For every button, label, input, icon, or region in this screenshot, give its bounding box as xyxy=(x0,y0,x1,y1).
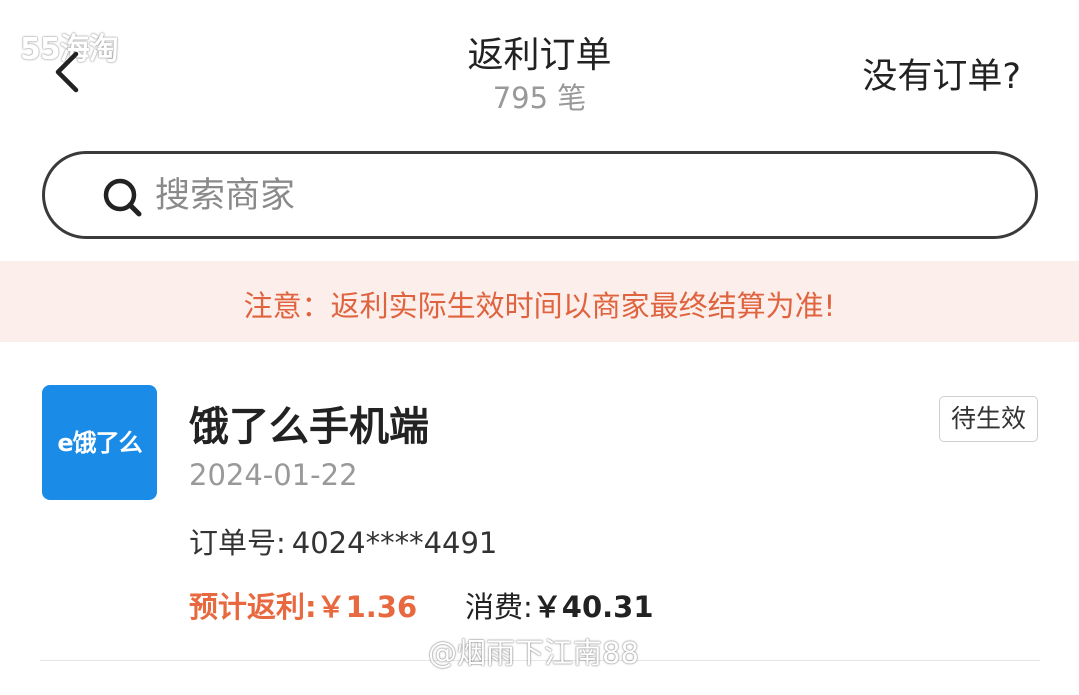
rebate-label: 预计返利: xyxy=(189,590,317,624)
search-icon xyxy=(103,178,142,217)
order-number: 订单号: 4024****4491 xyxy=(189,520,497,562)
no-orders-help-link[interactable]: 没有订单? xyxy=(862,48,1021,99)
spend-amount: 消费:￥40.31 xyxy=(465,584,654,626)
watermark-bottom: @烟雨下江南88 xyxy=(428,636,639,670)
estimated-rebate: 预计返利:￥1.36 xyxy=(189,584,417,626)
merchant-name: 饿了么手机端 xyxy=(189,404,429,450)
order-date: 2024-01-22 xyxy=(189,458,358,492)
merchant-logo: e饿了么 xyxy=(42,385,157,500)
rebate-value: ￥1.36 xyxy=(316,590,418,624)
spend-value: ￥40.31 xyxy=(532,590,654,624)
search-bar[interactable] xyxy=(42,151,1038,239)
order-number-label: 订单号: xyxy=(189,526,286,560)
notice-banner: 注意：返利实际生效时间以商家最终结算为准! xyxy=(0,261,1079,342)
logo-text: e饿了么 xyxy=(57,429,142,457)
notice-text: 注意：返利实际生效时间以商家最终结算为准! xyxy=(243,289,836,323)
order-number-value: 4024****4491 xyxy=(291,526,498,560)
status-badge: 待生效 xyxy=(939,396,1038,442)
order-item[interactable]: e饿了么 饿了么手机端 2024-01-22 订单号: 4024****4491 … xyxy=(0,342,1079,662)
spend-label: 消费: xyxy=(465,590,533,624)
search-input[interactable] xyxy=(155,168,1005,224)
